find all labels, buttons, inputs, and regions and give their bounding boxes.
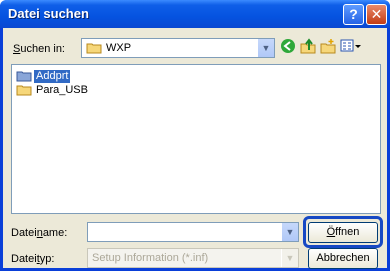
chevron-down-icon[interactable]: ▼: [281, 223, 298, 241]
file-name-input[interactable]: ▼: [87, 222, 299, 242]
folder-icon: [16, 71, 32, 82]
list-item[interactable]: Para_USB: [16, 83, 90, 97]
title-bar[interactable]: Datei suchen ? ✕: [0, 0, 390, 28]
window-title: Datei suchen: [8, 6, 89, 21]
file-name-label: Dateiname:: [11, 227, 68, 239]
dialog-client-area: Suchen in: WXP ▼ Addprt Para_USB Dateina…: [3, 28, 387, 269]
folder-icon: [86, 43, 102, 54]
look-in-label: Suchen in:: [13, 43, 65, 55]
chevron-down-icon[interactable]: ▼: [281, 249, 298, 267]
new-folder-icon[interactable]: [319, 38, 337, 56]
open-button[interactable]: Öffnen: [308, 222, 378, 243]
file-type-select[interactable]: Setup Information (*.inf) ▼: [87, 248, 299, 268]
file-name: Para_USB: [36, 83, 88, 96]
help-button[interactable]: ?: [343, 4, 364, 25]
file-name: Addprt: [34, 69, 71, 83]
look-in-combobox[interactable]: WXP ▼: [81, 38, 275, 58]
list-item[interactable]: Addprt: [16, 69, 71, 83]
back-arrow-icon[interactable]: [279, 38, 297, 56]
view-menu-icon[interactable]: [339, 38, 363, 56]
file-dialog-window: Datei suchen ? ✕ Suchen in: WXP ▼ Addprt…: [0, 0, 390, 271]
folder-icon: [16, 85, 32, 96]
look-in-value: WXP: [106, 42, 132, 54]
chevron-down-icon[interactable]: ▼: [257, 39, 274, 57]
close-button[interactable]: ✕: [366, 4, 387, 25]
up-folder-icon[interactable]: [299, 38, 317, 56]
file-type-label: Dateityp:: [11, 253, 55, 265]
file-list[interactable]: Addprt Para_USB: [11, 64, 381, 214]
file-type-value: Setup Information (*.inf): [92, 252, 209, 264]
cancel-button[interactable]: Abbrechen: [308, 248, 378, 269]
